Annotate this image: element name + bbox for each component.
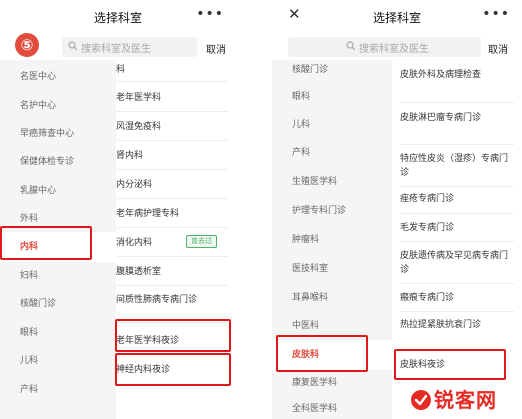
category-item[interactable]: 眼科 [272, 87, 392, 107]
step-number-badge: ⑤ [15, 33, 39, 57]
search-input[interactable]: 搜索科室及医生 [288, 37, 481, 57]
category-item[interactable]: 妇科 [0, 266, 116, 286]
category-item[interactable]: 核酸门诊 [0, 294, 116, 314]
divider [400, 144, 514, 145]
department-name: 内分泌科 [116, 180, 153, 190]
more-icon[interactable]: ••• [482, 7, 510, 21]
highlight-box-category [276, 335, 368, 372]
search-input[interactable]: 搜索科室及医生 [62, 37, 197, 57]
category-item[interactable]: 早癌筛查中心 [0, 124, 116, 144]
watermark: 锐客网 [410, 387, 518, 413]
divider [400, 186, 514, 187]
department-name: 科 [116, 65, 126, 75]
category-item[interactable]: 乳腺中心 [0, 181, 116, 201]
search-icon [346, 41, 356, 51]
category-item[interactable]: 医技科室 [272, 259, 392, 279]
category-item[interactable]: 生殖医学科 [272, 172, 392, 192]
cancel-button[interactable]: 取消 [206, 41, 226, 56]
department-name: 毛发专病门诊 [400, 223, 455, 233]
category-item[interactable]: 产科 [272, 143, 392, 163]
department-name: 皮肤淋巴瘤专病门诊 [400, 113, 482, 123]
cancel-button[interactable]: 取消 [488, 41, 508, 56]
department-name: 老年医学科 [116, 93, 162, 103]
search-placeholder: 搜索科室及医生 [81, 44, 151, 55]
department-name: 间质性肺病专病门诊 [116, 295, 198, 305]
divider [116, 227, 228, 228]
category-item[interactable]: 儿科 [0, 351, 116, 371]
department-name: 腹膜透析室 [116, 267, 162, 277]
highlight-box-department [115, 319, 231, 352]
department-name: 风湿免疫科 [116, 122, 162, 132]
left-phone-screen: 选择科室 ••• 搜索科室及医生 取消 名医中心 名护中心 早癌筛查中心 保健体… [0, 0, 236, 419]
category-item[interactable]: 肿瘤科 [272, 230, 392, 250]
category-item[interactable]: 名护中心 [0, 96, 116, 116]
category-item[interactable]: 康复医学科 [272, 373, 392, 393]
search-placeholder: 搜索科室及医生 [359, 44, 429, 55]
category-item[interactable]: 产科 [0, 380, 116, 400]
category-item[interactable]: 名医中心 [0, 67, 116, 87]
divider [116, 140, 228, 141]
search-row: 搜索科室及医生 取消 [272, 34, 522, 60]
category-item[interactable]: 眼科 [0, 323, 116, 343]
divider [116, 81, 228, 82]
visited-badge: 曾去过 [186, 235, 217, 248]
right-phone-screen: ✕ 选择科室 ••• 搜索科室及医生 取消 核酸门诊 眼科 儿科 产科 生殖医学… [272, 0, 522, 419]
department-name: 皮肤遗传病及罕见病专病门诊 [400, 251, 509, 275]
category-item[interactable]: 中医科 [272, 316, 392, 336]
divider [116, 111, 228, 112]
divider [116, 285, 228, 286]
divider [400, 241, 514, 242]
search-icon [68, 41, 78, 51]
highlight-box-department [115, 353, 231, 386]
divider [400, 102, 514, 103]
department-name: 瘢痕专病门诊 [400, 293, 455, 303]
department-name: 老年病护理专科 [116, 209, 180, 219]
category-item[interactable]: 保健体检专诊 [0, 152, 116, 172]
category-item[interactable]: 护理专科门诊 [272, 201, 392, 221]
category-item[interactable]: 耳鼻喉科 [272, 288, 392, 308]
department-name: 痤疮专病门诊 [400, 194, 455, 204]
department-name: 热拉提紧肤抗衰门诊 [400, 320, 482, 330]
watermark-text: 锐客网 [434, 388, 497, 412]
divider [400, 283, 514, 284]
divider [400, 311, 514, 312]
divider [400, 213, 514, 214]
highlight-box-category [0, 226, 92, 260]
nav-bar: 选择科室 ••• [0, 0, 236, 34]
more-icon[interactable]: ••• [196, 7, 224, 21]
divider [116, 198, 228, 199]
watermark-logo-icon [411, 390, 431, 410]
category-item[interactable]: 核酸门诊 [272, 60, 392, 80]
nav-bar: ✕ 选择科室 ••• [272, 0, 522, 34]
divider [116, 169, 228, 170]
department-name: 肾内科 [116, 151, 144, 161]
divider [116, 256, 228, 257]
department-name: 特应性皮炎（湿疹）专病门诊 [400, 154, 509, 178]
category-item[interactable]: 全科医学科 [272, 399, 392, 419]
category-item[interactable]: 儿科 [272, 115, 392, 135]
department-name: 皮肤外科及病理检查 [400, 70, 482, 80]
highlight-box-department [394, 349, 506, 380]
